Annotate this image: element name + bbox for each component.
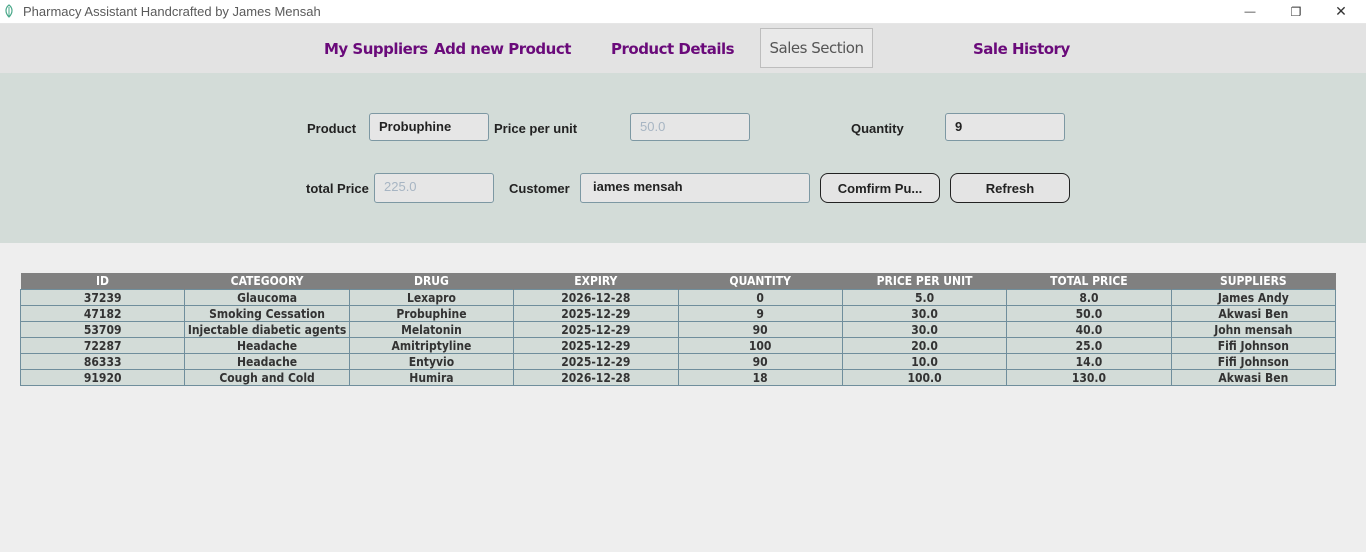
- cell-drug: Lexapro: [348, 289, 515, 306]
- minimize-icon: —: [1244, 5, 1256, 18]
- cell-total-price: 40.0: [1006, 321, 1172, 338]
- cell-id: 53709: [19, 321, 186, 338]
- total-price-label: total Price: [306, 181, 369, 196]
- close-button[interactable]: ✕: [1318, 0, 1364, 23]
- cell-drug: Melatonin: [348, 321, 515, 338]
- cell-suppliers: Akwasi Ben: [1170, 369, 1337, 386]
- cell-price-per-unit: 30.0: [841, 305, 1008, 322]
- close-icon: ✕: [1335, 3, 1347, 19]
- cell-suppliers: Fifi Johnson: [1170, 353, 1337, 370]
- cell-price-per-unit: 20.0: [841, 337, 1008, 354]
- total-price-field: 225.0: [374, 173, 494, 203]
- cell-expiry: 2025-12-29: [513, 305, 679, 322]
- quantity-field[interactable]: 9: [945, 113, 1065, 141]
- cell-expiry: 2026-12-28: [513, 369, 679, 386]
- price-per-unit-field: 50.0: [630, 113, 750, 141]
- product-field[interactable]: Probuphine: [369, 113, 489, 141]
- table-row[interactable]: 86333 Headache Entyvio 2025-12-29 90 10.…: [19, 353, 1337, 370]
- column-header-expiry[interactable]: EXPIRY: [513, 273, 679, 290]
- table-header-row: ID CATEGOORY DRUG EXPIRY QUANTITY PRICE …: [20, 273, 1337, 290]
- cell-expiry: 2026-12-28: [513, 289, 679, 306]
- column-header-price-per-unit[interactable]: PRICE PER UNIT: [842, 273, 1008, 290]
- nav-product-details[interactable]: Product Details: [611, 24, 735, 73]
- maximize-button[interactable]: ❐: [1273, 0, 1319, 23]
- window-titlebar: Pharmacy Assistant Handcrafted by James …: [0, 0, 1366, 24]
- cell-quantity: 9: [677, 305, 843, 322]
- cell-id: 37239: [19, 289, 186, 306]
- cell-category: Glaucoma: [184, 289, 350, 306]
- cell-id: 47182: [19, 305, 186, 322]
- table-row[interactable]: 72287 Headache Amitriptyline 2025-12-29 …: [19, 337, 1337, 354]
- cell-category: Smoking Cessation: [184, 305, 350, 322]
- window-title: Pharmacy Assistant Handcrafted by James …: [23, 4, 321, 19]
- cell-total-price: 50.0: [1006, 305, 1172, 322]
- cell-quantity: 100: [677, 337, 843, 354]
- table-row[interactable]: 91920 Cough and Cold Humira 2026-12-28 1…: [19, 369, 1337, 386]
- cell-total-price: 8.0: [1006, 289, 1172, 306]
- quantity-label: Quantity: [851, 121, 904, 136]
- nav-sales-section[interactable]: Sales Section: [760, 28, 873, 68]
- column-header-suppliers[interactable]: SUPPLIERS: [1171, 273, 1337, 290]
- nav-add-new-product[interactable]: Add new Product: [434, 24, 571, 73]
- cell-total-price: 25.0: [1006, 337, 1172, 354]
- cell-price-per-unit: 100.0: [841, 369, 1008, 386]
- column-header-quantity[interactable]: QUANTITY: [678, 273, 843, 290]
- cell-id: 86333: [19, 353, 186, 370]
- cell-price-per-unit: 10.0: [841, 353, 1008, 370]
- cell-expiry: 2025-12-29: [513, 337, 679, 354]
- cell-expiry: 2025-12-29: [513, 353, 679, 370]
- cell-category: Cough and Cold: [184, 369, 350, 386]
- nav-my-suppliers[interactable]: My Suppliers: [324, 24, 428, 73]
- cell-drug: Amitriptyline: [348, 337, 515, 354]
- table-row[interactable]: 37239 Glaucoma Lexapro 2026-12-28 0 5.0 …: [19, 289, 1337, 306]
- cell-category: Headache: [184, 337, 350, 354]
- cell-quantity: 90: [677, 321, 843, 338]
- cell-quantity: 90: [677, 353, 843, 370]
- products-table: ID CATEGOORY DRUG EXPIRY QUANTITY PRICE …: [19, 273, 1337, 386]
- column-header-id[interactable]: ID: [20, 273, 186, 290]
- confirm-purchase-button[interactable]: Comfirm Pu...: [820, 173, 940, 203]
- cell-suppliers: James Andy: [1170, 289, 1337, 306]
- cell-drug: Probuphine: [348, 305, 515, 322]
- cell-suppliers: Fifi Johnson: [1170, 337, 1337, 354]
- cell-expiry: 2025-12-29: [513, 321, 679, 338]
- app-leaf-icon: [5, 4, 13, 18]
- cell-quantity: 18: [677, 369, 843, 386]
- customer-label: Customer: [509, 181, 570, 196]
- cell-price-per-unit: 5.0: [841, 289, 1008, 306]
- cell-id: 91920: [19, 369, 186, 386]
- column-header-category[interactable]: CATEGOORY: [184, 273, 350, 290]
- nav-sale-history[interactable]: Sale History: [973, 24, 1070, 73]
- sales-form-panel: Product Probuphine Price per unit 50.0 Q…: [0, 73, 1366, 243]
- cell-category: Injectable diabetic agents: [184, 321, 350, 338]
- cell-drug: Entyvio: [348, 353, 515, 370]
- product-label: Product: [307, 121, 357, 136]
- cell-total-price: 14.0: [1006, 353, 1172, 370]
- cell-suppliers: Akwasi Ben: [1170, 305, 1337, 322]
- minimize-button[interactable]: —: [1227, 0, 1273, 23]
- table-row[interactable]: 53709 Injectable diabetic agents Melaton…: [19, 321, 1337, 338]
- customer-field[interactable]: iames mensah: [580, 173, 810, 203]
- table-row[interactable]: 47182 Smoking Cessation Probuphine 2025-…: [19, 305, 1337, 322]
- cell-quantity: 0: [677, 289, 843, 306]
- products-table-container: ID CATEGOORY DRUG EXPIRY QUANTITY PRICE …: [19, 273, 1337, 386]
- restore-icon: ❐: [1290, 4, 1302, 19]
- cell-total-price: 130.0: [1006, 369, 1172, 386]
- cell-drug: Humira: [348, 369, 515, 386]
- cell-category: Headache: [184, 353, 350, 370]
- cell-id: 72287: [19, 337, 186, 354]
- cell-suppliers: John mensah: [1170, 321, 1337, 338]
- column-header-total-price[interactable]: TOTAL PRICE: [1006, 273, 1172, 290]
- column-header-drug[interactable]: DRUG: [349, 273, 515, 290]
- main-nav: My Suppliers Add new Product Product Det…: [0, 24, 1366, 73]
- refresh-button[interactable]: Refresh: [950, 173, 1070, 203]
- cell-price-per-unit: 30.0: [841, 321, 1008, 338]
- price-per-unit-label: Price per unit: [494, 121, 578, 136]
